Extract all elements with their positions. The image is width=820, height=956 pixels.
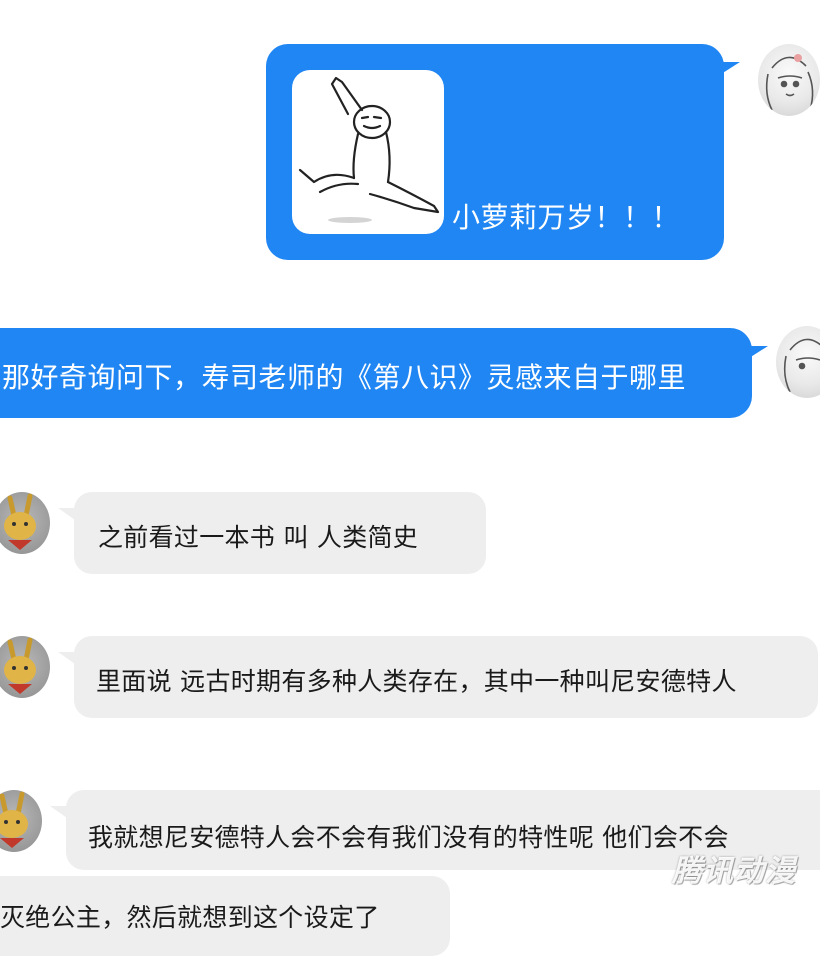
- message-text: 里面说 远古时期有多种人类存在，其中一种叫尼安德特人: [96, 667, 737, 696]
- message-text: 小萝莉万岁！！！: [452, 201, 681, 234]
- avatar-girl-icon: [765, 54, 814, 111]
- sticker-image[interactable]: [292, 70, 444, 234]
- message-text: 之前看过一本书 叫 人类简史: [98, 523, 419, 552]
- avatar-other[interactable]: [0, 636, 50, 698]
- bubble-tail: [746, 346, 768, 360]
- avatar-self[interactable]: [776, 326, 820, 398]
- message-text: 我就想尼安德特人会不会有我们没有的特性呢 他们会不会: [88, 823, 729, 852]
- avatar-bunny-icon: [0, 791, 28, 848]
- message-bubble-other-4[interactable]: 里面说 远古时期有多种人类存在，其中一种叫尼安德特人: [74, 636, 818, 718]
- message-text: 那好奇询问下，寿司老师的《第八识》灵感来自于哪里: [2, 361, 687, 394]
- message-bubble-self-2[interactable]: 那好奇询问下，寿司老师的《第八识》灵感来自于哪里: [0, 328, 752, 418]
- avatar-self[interactable]: [758, 44, 820, 116]
- bubble-tail: [718, 62, 740, 76]
- avatar-bunny-icon: [4, 493, 36, 550]
- avatar-other[interactable]: [0, 492, 50, 554]
- message-bubble-other-6[interactable]: 灭绝公主，然后就想到这个设定了: [0, 876, 450, 956]
- watermark-logo: 腾讯动漫: [672, 854, 796, 889]
- message-text: 灭绝公主，然后就想到这个设定了: [0, 903, 380, 932]
- message-bubble-other-3[interactable]: 之前看过一本书 叫 人类简史: [74, 492, 486, 574]
- message-bubble-self-1[interactable]: 小萝莉万岁！！！: [266, 44, 724, 260]
- stick-figure-icon: [298, 76, 440, 223]
- avatar-girl-icon: [783, 338, 820, 393]
- avatar-other[interactable]: [0, 790, 42, 852]
- avatar-bunny-icon: [4, 637, 36, 694]
